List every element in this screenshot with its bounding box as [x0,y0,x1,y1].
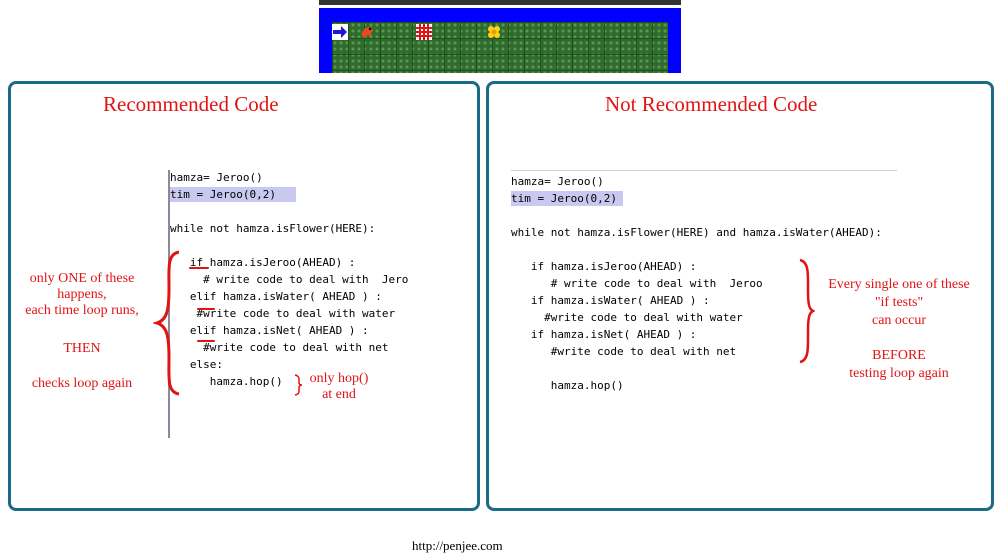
curly-brace-icon [153,250,180,396]
arrow-icon [332,24,348,40]
game-top-strip [319,5,681,8]
code-line: #write code to deal with net [511,345,737,358]
annotation-only-hop: only hop() at end [309,371,369,402]
jeroo-icon [359,24,375,40]
annotation-one-happens: only ONE of these happens, each time loo… [25,271,139,318]
code-line: while not hamza.isFlower(HERE) and hamza… [511,226,882,239]
underline-mark [197,340,215,342]
code-line: # write code to deal with Jeroo [511,277,763,290]
footer-url: http://penjee.com [412,538,503,553]
code-line: if hamza.isJeroo(AHEAD) : [511,260,697,273]
code-line-highlighted: tim = Jeroo(0,2) [170,187,296,202]
code-editor: hamza= Jeroo() tim = Jeroo(0,2) while no… [168,170,434,438]
recommended-code-panel: Recommended Code hamza= Jeroo() tim = Je… [8,81,480,511]
code-line: #write code to deal with net [170,341,389,354]
panel-title: Recommended Code [103,92,279,116]
flower-icon [486,24,502,40]
code-line: #write code to deal with water [511,311,743,324]
code-line: hamza.hop() [511,379,624,392]
code-line: if hamza.isWater( AHEAD ) : [511,294,710,307]
code-line: hamza= Jeroo() [170,171,263,184]
editor-top-border [511,170,897,171]
code-line: elif hamza.isWater( AHEAD ) : [170,290,382,303]
small-brace-icon [294,374,303,396]
annotation-then: THEN [63,341,101,356]
code-line: if hamza.isNet( AHEAD ) : [511,328,697,341]
code-line: # write code to deal with Jero [170,273,409,286]
code-line: hamza.hop() [170,375,283,388]
code-line: hamza= Jeroo() [511,175,604,188]
code-line: elif hamza.isNet( AHEAD ) : [170,324,369,337]
code-line-highlighted: tim = Jeroo(0,2) [511,191,623,206]
underline-mark [197,308,215,310]
annotation-every-if-test: Every single one of these "if tests" can… [828,277,970,381]
annotation-checks-loop: checks loop again [31,376,133,391]
jeroo-game-view [319,0,681,73]
net-icon [416,24,432,40]
code-line: while not hamza.isFlower(HERE): [170,222,376,235]
not-recommended-code-panel: Not Recommended Code hamza= Jeroo() tim … [486,81,994,511]
underline-mark [189,267,209,269]
panel-title: Not Recommended Code [605,92,818,116]
